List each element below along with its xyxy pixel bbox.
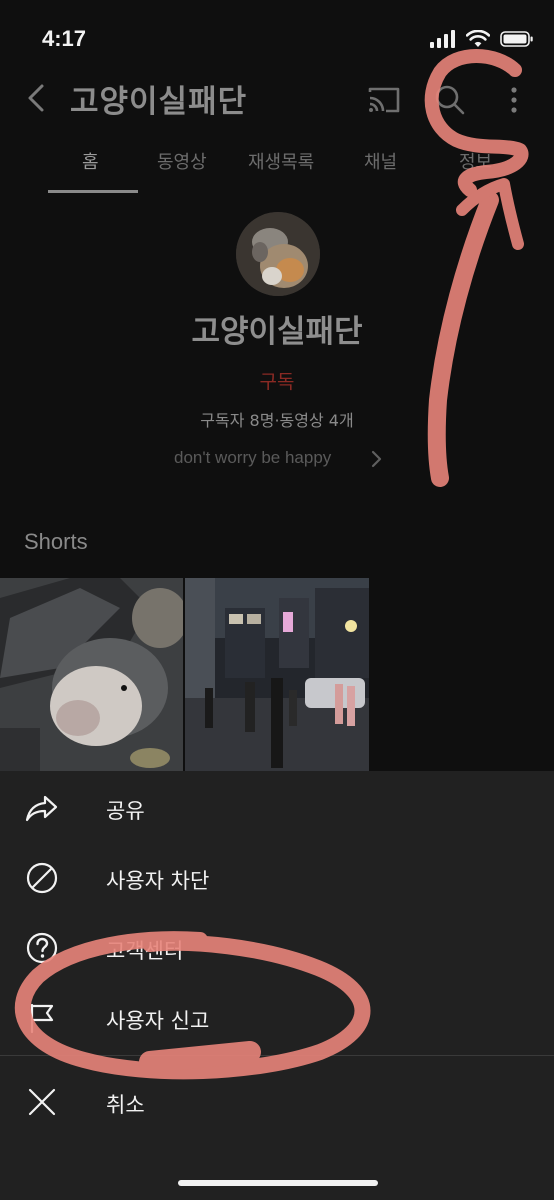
bottom-sheet-menu: 공유 사용자 차단 고객센터 사용자 신고 취소 [0,771,554,1200]
shorts-heading: Shorts [24,529,88,554]
home-indicator [178,1180,378,1186]
menu-item-share[interactable]: 공유 [0,773,554,843]
help-icon [26,932,58,964]
profile-name: 고양이실패단 [191,314,363,350]
menu-item-help-center[interactable]: 고객센터 [0,913,554,983]
close-icon [28,1088,56,1116]
tab-about[interactable]: 정보 [459,148,492,174]
avatar-cat-image [236,212,320,296]
menu-item-label: 공유 [106,799,145,823]
flag-icon [30,1003,54,1034]
avatar[interactable] [236,212,320,296]
channel-stats: 구독자 8명·동영상 4개 [200,411,354,430]
search-icon[interactable] [430,80,470,120]
back-icon[interactable] [18,78,58,118]
cast-icon[interactable] [364,80,404,120]
menu-item-label: 사용자 차단 [106,869,210,893]
wifi-icon [466,30,490,47]
short-thumbnail-street[interactable] [185,578,369,772]
short-thumbnail-hedgehog[interactable] [0,578,183,772]
tab-channels[interactable]: 채널 [364,148,397,174]
menu-item-block-user[interactable]: 사용자 차단 [0,843,554,913]
block-icon [26,862,58,894]
tab-home[interactable]: 홈 [82,148,99,174]
channel-tabs: 홈 동영상 재생목록 채널 정보 [0,140,554,196]
subscribe-button[interactable]: 구독 [0,367,554,394]
more-options-icon[interactable] [496,80,532,120]
menu-item-label: 고객센터 [106,939,184,963]
divider [0,1055,554,1056]
status-icons [430,30,534,48]
page-title: 고양이실패단 [70,84,248,120]
share-icon [25,795,58,822]
signal-icon [430,30,455,48]
chevron-right-icon[interactable] [370,448,384,470]
channel-description[interactable]: don't worry be happy [174,448,331,468]
status-bar: 4:17 [0,0,554,80]
tab-playlists[interactable]: 재생목록 [248,148,314,174]
active-tab-indicator [48,190,138,193]
menu-item-label: 취소 [106,1093,145,1117]
status-time: 4:17 [42,26,87,51]
menu-item-report-user[interactable]: 사용자 신고 [0,983,554,1053]
menu-item-label: 사용자 신고 [106,1009,210,1033]
top-bar: 고양이실패단 [0,70,554,130]
menu-item-cancel[interactable]: 취소 [0,1067,554,1137]
battery-icon [500,31,533,47]
tab-videos[interactable]: 동영상 [157,148,207,174]
